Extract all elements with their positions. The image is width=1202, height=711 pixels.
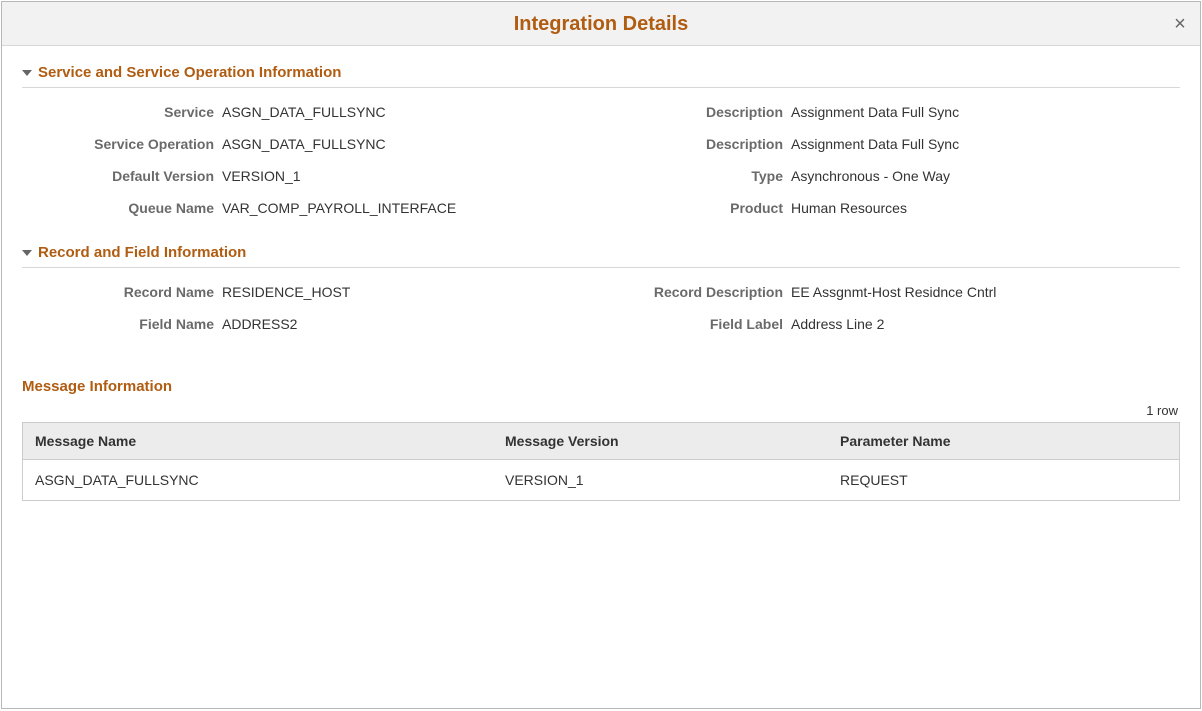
section-title-record-info: Record and Field Information — [38, 244, 246, 261]
field-row-type: Type Asynchronous - One Way — [601, 168, 1180, 184]
section-header-record-info[interactable]: Record and Field Information — [22, 244, 1180, 268]
section-title-message-info: Message Information — [22, 378, 1180, 395]
grid-header: Message Name Message Version Parameter N… — [23, 423, 1179, 460]
cell-message-version: VERSION_1 — [493, 460, 828, 500]
label-record-description: Record Description — [601, 284, 791, 300]
label-field-name: Field Name — [22, 316, 222, 332]
value-default-version: VERSION_1 — [222, 168, 301, 184]
value-field-name: ADDRESS2 — [222, 316, 297, 332]
value-field-label: Address Line 2 — [791, 316, 884, 332]
field-row-product: Product Human Resources — [601, 200, 1180, 216]
field-row-service-operation: Service Operation ASGN_DATA_FULLSYNC — [22, 136, 601, 152]
service-info-left-col: Service ASGN_DATA_FULLSYNC Service Opera… — [22, 98, 601, 232]
record-info-right-col: Record Description EE Assgnmt-Host Resid… — [601, 278, 1180, 348]
label-description2: Description — [601, 136, 791, 152]
field-row-default-version: Default Version VERSION_1 — [22, 168, 601, 184]
value-record-description: EE Assgnmt-Host Residnce Cntrl — [791, 284, 996, 300]
label-service-operation: Service Operation — [22, 136, 222, 152]
service-info-right-col: Description Assignment Data Full Sync De… — [601, 98, 1180, 232]
caret-down-icon — [22, 70, 32, 76]
value-service: ASGN_DATA_FULLSYNC — [222, 104, 386, 120]
field-row-description2: Description Assignment Data Full Sync — [601, 136, 1180, 152]
value-record-name: RESIDENCE_HOST — [222, 284, 350, 300]
value-description2: Assignment Data Full Sync — [791, 136, 959, 152]
col-header-message-version[interactable]: Message Version — [493, 423, 828, 459]
value-description1: Assignment Data Full Sync — [791, 104, 959, 120]
field-row-field-label: Field Label Address Line 2 — [601, 316, 1180, 332]
dialog-body: Service and Service Operation Informatio… — [2, 46, 1200, 521]
field-row-record-name: Record Name RESIDENCE_HOST — [22, 284, 601, 300]
field-row-service: Service ASGN_DATA_FULLSYNC — [22, 104, 601, 120]
cell-message-name: ASGN_DATA_FULLSYNC — [23, 460, 493, 500]
label-description1: Description — [601, 104, 791, 120]
row-count: 1 row — [22, 403, 1180, 418]
value-service-operation: ASGN_DATA_FULLSYNC — [222, 136, 386, 152]
field-row-description1: Description Assignment Data Full Sync — [601, 104, 1180, 120]
label-default-version: Default Version — [22, 168, 222, 184]
col-header-parameter-name[interactable]: Parameter Name — [828, 423, 1179, 459]
dialog-title: Integration Details — [514, 13, 688, 35]
label-service: Service — [22, 104, 222, 120]
label-field-label: Field Label — [601, 316, 791, 332]
value-product: Human Resources — [791, 200, 907, 216]
value-type: Asynchronous - One Way — [791, 168, 950, 184]
section-title-service-info: Service and Service Operation Informatio… — [38, 64, 341, 81]
field-row-queue-name: Queue Name VAR_COMP_PAYROLL_INTERFACE — [22, 200, 601, 216]
cell-parameter-name: REQUEST — [828, 460, 1179, 500]
close-icon[interactable]: × — [1160, 2, 1200, 46]
label-record-name: Record Name — [22, 284, 222, 300]
section-header-service-info[interactable]: Service and Service Operation Informatio… — [22, 64, 1180, 88]
label-product: Product — [601, 200, 791, 216]
table-row: ASGN_DATA_FULLSYNC VERSION_1 REQUEST — [23, 460, 1179, 500]
service-info-grid: Service ASGN_DATA_FULLSYNC Service Opera… — [22, 98, 1180, 232]
field-row-record-description: Record Description EE Assgnmt-Host Resid… — [601, 284, 1180, 300]
dialog-header: Integration Details × — [2, 2, 1200, 46]
record-info-left-col: Record Name RESIDENCE_HOST Field Name AD… — [22, 278, 601, 348]
record-info-grid: Record Name RESIDENCE_HOST Field Name AD… — [22, 278, 1180, 348]
col-header-message-name[interactable]: Message Name — [23, 423, 493, 459]
message-info-grid: Message Name Message Version Parameter N… — [22, 422, 1180, 501]
label-type: Type — [601, 168, 791, 184]
caret-down-icon — [22, 250, 32, 256]
field-row-field-name: Field Name ADDRESS2 — [22, 316, 601, 332]
label-queue-name: Queue Name — [22, 200, 222, 216]
integration-details-dialog: Integration Details × Service and Servic… — [1, 1, 1201, 709]
value-queue-name: VAR_COMP_PAYROLL_INTERFACE — [222, 200, 456, 216]
